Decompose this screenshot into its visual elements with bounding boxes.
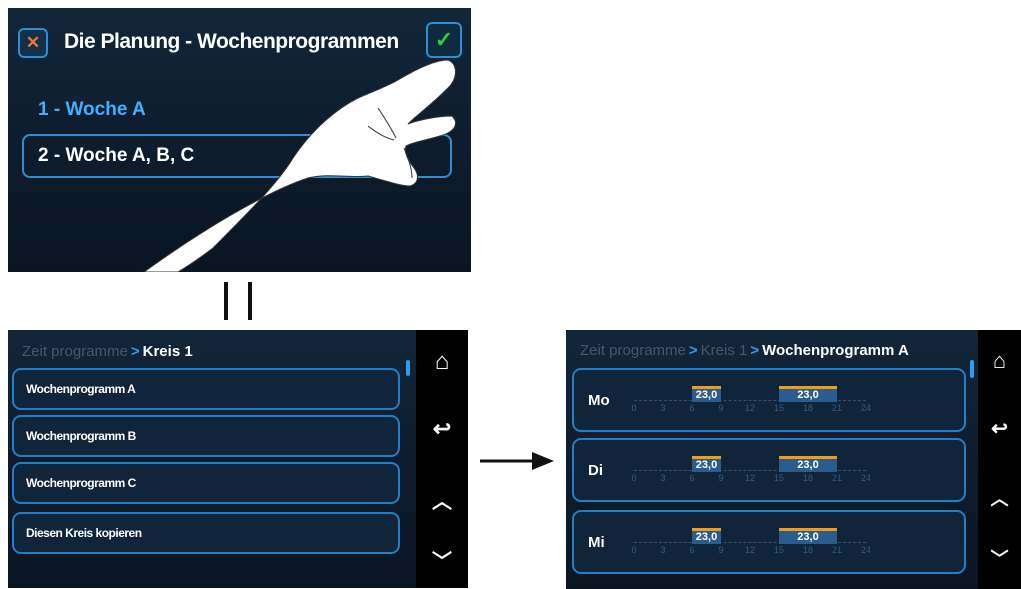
axis-tick-label: 21 [831, 403, 843, 413]
axis-tick-label: 21 [831, 473, 843, 483]
sidebar: ⌂ ↩ ︿ ﹀ [978, 330, 1021, 589]
axis-tick-label: 15 [773, 545, 785, 555]
axis-tick-label: 9 [718, 473, 724, 483]
axis-tick-label: 3 [660, 473, 666, 483]
list-item-wochenprogramm-a[interactable]: Wochenprogramm A [12, 368, 400, 410]
chevron-up-icon[interactable]: ︿ [978, 485, 1021, 511]
axis-tick-label: 6 [689, 403, 695, 413]
axis-tick-label: 6 [689, 545, 695, 555]
heating-period-bar[interactable]: 23,0 [692, 456, 721, 472]
axis-tick-label: 21 [831, 545, 843, 555]
breadcrumb: Zeit programme > Kreis 1 > Wochenprogramm A [580, 342, 909, 359]
day-row-mo[interactable]: Mo 0 3 6 9 12 15 18 21 24 23,0 23,0 [572, 368, 966, 432]
list-item-kreis-kopieren[interactable]: Diesen Kreis kopieren [12, 512, 400, 554]
temperature-value: 23,0 [797, 531, 819, 543]
back-icon[interactable]: ↩ [978, 416, 1021, 441]
breadcrumb-root[interactable]: Zeit programme [22, 343, 128, 360]
axis-tick-label: 15 [773, 403, 785, 413]
temperature-value: 23,0 [695, 531, 718, 543]
equals-sign [224, 282, 252, 320]
axis-tick-label: 18 [802, 473, 814, 483]
chevron-down-icon[interactable]: ﹀ [978, 545, 1021, 571]
axis-tick-label: 18 [802, 403, 814, 413]
axis-tick-label: 3 [660, 403, 666, 413]
list-item-wochenprogramm-c[interactable]: Wochenprogramm C [12, 462, 400, 504]
temperature-value: 23,0 [797, 389, 819, 401]
heating-period-bar[interactable]: 23,0 [779, 386, 837, 402]
axis-tick-label: 9 [718, 545, 724, 555]
home-icon[interactable]: ⌂ [416, 348, 468, 376]
home-icon[interactable]: ⌂ [978, 348, 1021, 374]
heating-period-bar[interactable]: 23,0 [692, 386, 721, 402]
axis-tick-label: 3 [660, 545, 666, 555]
equals-bar-left [224, 282, 228, 320]
day-timeline: 0 3 6 9 12 15 18 21 24 23,0 23,0 [631, 448, 871, 483]
axis-tick-label: 24 [860, 473, 872, 483]
breadcrumb-middle[interactable]: Kreis 1 [701, 342, 748, 359]
arrow-right-icon [480, 452, 554, 470]
axis-tick-label: 12 [744, 545, 756, 555]
heating-period-bar[interactable]: 23,0 [779, 528, 837, 544]
day-timeline: 0 3 6 9 12 15 18 21 24 23,0 23,0 [631, 520, 871, 555]
sidebar: ⌂ ↩ ︿ ﹀ [416, 330, 468, 588]
axis-tick-label: 0 [631, 545, 637, 555]
scrollbar[interactable] [406, 360, 410, 376]
temperature-value: 23,0 [695, 459, 718, 471]
axis-tick-label: 0 [631, 403, 637, 413]
breadcrumb-root[interactable]: Zeit programme [580, 342, 686, 359]
heating-period-bar[interactable]: 23,0 [692, 528, 721, 544]
breadcrumb-separator-icon: > [750, 342, 760, 359]
axis-tick-label: 9 [718, 403, 724, 413]
scrollbar[interactable] [970, 360, 974, 378]
axis-tick-label: 18 [802, 545, 814, 555]
hand-pointer-illustration [143, 59, 456, 272]
breadcrumb-current: Wochenprogramm A [762, 342, 909, 359]
day-row-mi[interactable]: Mi 0 3 6 9 12 15 18 21 24 23,0 23,0 [572, 510, 966, 574]
breadcrumb: Zeit programme > Kreis 1 [22, 343, 193, 360]
chevron-up-icon[interactable]: ︿ [416, 485, 468, 514]
axis-tick-label: 6 [689, 473, 695, 483]
day-label: Mo [588, 392, 610, 409]
back-icon[interactable]: ↩ [416, 416, 468, 442]
temperature-value: 23,0 [695, 389, 718, 401]
axis-tick-label: 12 [744, 473, 756, 483]
planning-screen: ✕ Die Planung - Wochenprogrammen ✓ 1 - W… [8, 8, 471, 272]
axis-tick-label: 15 [773, 473, 785, 483]
wochenprogramm-screen: Zeit programme > Kreis 1 > Wochenprogramm A … [566, 330, 1021, 589]
day-label: Di [588, 462, 603, 479]
axis-tick-label: 0 [631, 473, 637, 483]
temperature-value: 23,0 [797, 459, 819, 471]
axis-tick-label: 24 [860, 403, 872, 413]
breadcrumb-current: Kreis 1 [142, 343, 193, 360]
list-item-wochenprogramm-b[interactable]: Wochenprogramm B [12, 415, 400, 457]
equals-bar-right [248, 282, 252, 320]
axis-tick-label: 24 [860, 545, 872, 555]
heating-period-bar[interactable]: 23,0 [779, 456, 837, 472]
breadcrumb-separator-icon: > [688, 342, 698, 359]
axis-tick-label: 12 [744, 403, 756, 413]
day-timeline: 0 3 6 9 12 15 18 21 24 23,0 23,0 [631, 378, 871, 413]
chevron-down-icon[interactable]: ﹀ [416, 545, 468, 574]
day-label: Mi [588, 534, 605, 551]
day-row-di[interactable]: Di 0 3 6 9 12 15 18 21 24 23,0 23,0 [572, 438, 966, 502]
breadcrumb-separator-icon: > [130, 343, 140, 360]
kreis-screen: Zeit programme > Kreis 1 Wochenprogramm A … [8, 330, 468, 588]
